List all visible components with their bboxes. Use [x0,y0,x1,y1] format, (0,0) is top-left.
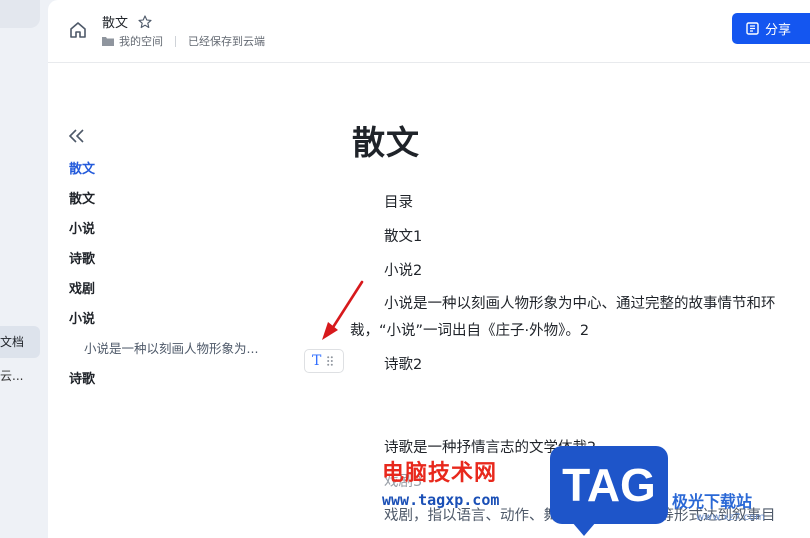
paragraph[interactable]: 小说是一种以刻画人物形象为中心、通过完整的故事情节和环 [384,292,776,313]
toc-item[interactable]: 小说是一种以刻画人物形象为... [84,338,258,357]
watermark-brand: 极光下载站 [672,492,753,511]
paragraph[interactable]: 诗歌2 [384,353,422,374]
doc-meta-row: 我的空间 已经保存到云端 [102,33,265,49]
drag-handle-icon[interactable] [327,356,334,366]
watermark-site-url: www.tagxp.com [382,491,500,509]
collapse-toc-icon[interactable] [68,129,86,143]
share-button[interactable]: 分享 [732,13,810,44]
watermark-site-name: 电脑技术网 [382,461,498,486]
toc-item[interactable]: 小说 [69,308,95,327]
sidebar-top-panel [0,0,40,28]
star-icon[interactable] [138,14,152,29]
tag-logo: TAG [550,446,668,536]
watermark-brand-url: www.xz7.com [696,512,765,523]
toc-item[interactable]: 小说 [69,218,95,237]
sidebar-item-docs[interactable]: 文档 [0,326,40,358]
save-status: 已经保存到云端 [188,35,265,48]
breadcrumb-space[interactable]: 我的空间 [119,33,163,49]
page-title[interactable]: 散文 [352,116,420,164]
sidebar-item-cloud[interactable]: 云... [0,366,40,386]
block-type-handle[interactable]: T [304,349,344,373]
home-icon[interactable] [68,20,88,40]
toc-item[interactable]: 诗歌 [69,248,95,267]
watermark-site: 电脑技术网 www.tagxp.com [382,455,499,509]
paragraph[interactable]: 小说2 [384,259,422,280]
paragraph-continued[interactable]: 裁，“小说”一词出自《庄子·外物》。2 [350,319,589,340]
toc-item[interactable]: 散文 [69,158,95,177]
share-icon [746,22,759,35]
divider [175,35,176,47]
doc-title-row: 散文 [102,12,152,31]
annotation-arrow-icon [322,280,364,340]
doc-name[interactable]: 散文 [102,12,128,31]
paragraph[interactable]: 目录 [384,191,413,212]
toc-item[interactable]: 诗歌 [69,368,95,387]
toc-item[interactable]: 戏剧 [69,278,95,297]
folder-icon [102,37,114,46]
paragraph[interactable]: 散文1 [384,225,422,246]
share-label: 分享 [765,23,792,38]
doc-header: 散文 我的空间 已经保存到云端 分享 [48,0,810,63]
app-sidebar: 文档 云... [0,0,48,538]
text-block-icon: T [312,353,322,369]
tag-logo-text: TAG [562,459,656,511]
toc-item[interactable]: 散文 [69,188,95,207]
